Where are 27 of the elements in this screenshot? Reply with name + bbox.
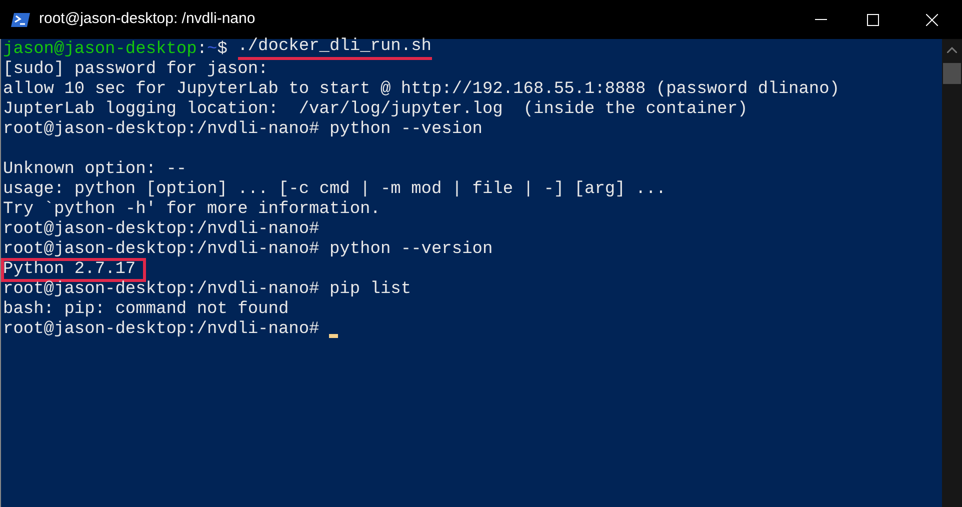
terminal-text: Try `python -h' for more information. [3,200,380,220]
terminal-text: Python 2.7.17 [3,260,144,280]
terminal-text: root@jason-desktop:/nvdli-nano# [3,220,320,240]
minimize-icon [815,19,827,20]
terminal-text: $ [217,40,228,60]
terminal-text: [sudo] password for jason: [3,60,268,80]
window-title: root@jason-desktop: /nvdli-nano [39,9,256,30]
terminal-text: JupterLab logging location: /var/log/jupyter.log (inside the container) [3,100,748,120]
terminal-icon [11,12,31,28]
maximize-icon [867,14,879,26]
terminal-text: jason@jason-desktop [3,40,197,60]
scroll-up-icon [947,47,957,53]
terminal-text: bash: pip: command not found [3,300,289,320]
scrollbar-thumb[interactable] [943,63,961,84]
terminal-text: root@jason-desktop:/nvdli-nano# python --version [3,240,493,260]
text-cursor [329,334,338,338]
terminal-text: root@jason-desktop:/nvdli-nano# [3,320,320,340]
terminal-text: Unknown option: -- [3,160,187,180]
terminal-text: : [196,40,208,60]
terminal-text: usage: python [option] ... [-c cmd | -m mod | file | -] [arg] ... [3,180,666,200]
terminal-text: root@jason-desktop:/nvdli-nano# pip list [3,280,412,300]
close-icon [926,14,938,26]
terminal-text: ~ [207,40,218,60]
scrollbar[interactable] [942,39,962,507]
terminal-text: allow 10 sec for JupyterLab to start @ http://192.168.55.1:8888 (password dlinano) [3,80,840,100]
terminal-text: root@jason-desktop:/nvdli-nano# python --vesion [3,120,482,140]
terminal-text: ./docker_dli_run.sh [238,37,432,60]
